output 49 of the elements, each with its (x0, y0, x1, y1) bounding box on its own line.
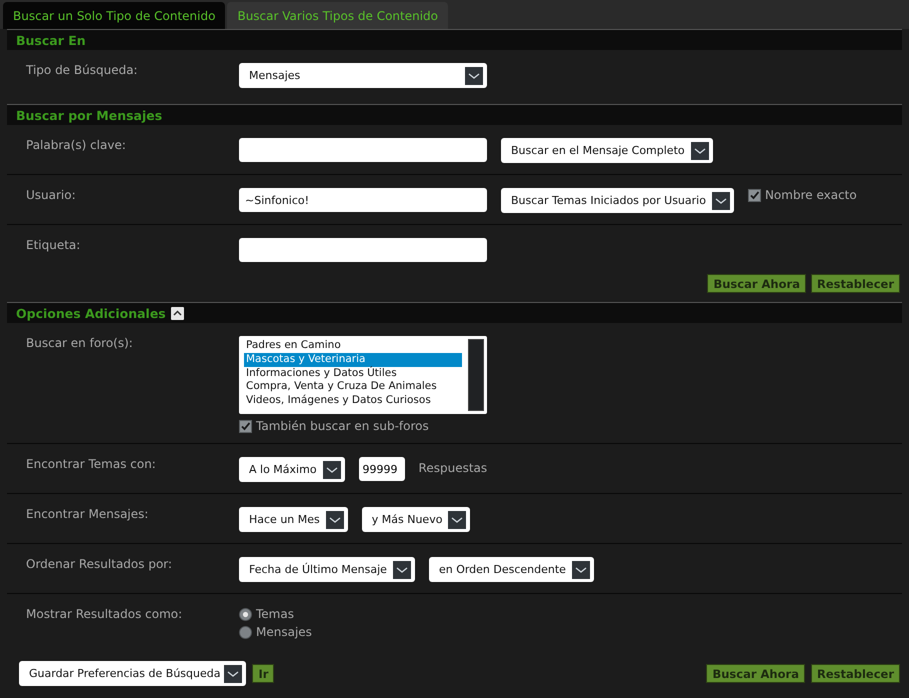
go-button[interactable]: Ir (252, 664, 274, 683)
forum-listbox[interactable]: Padres en Camino Mascotas y Veterinaria Informaciones y Datos Útiles Compra, Venta y Cruza De Animales Videos, Imágenes y Datos Curiosos (239, 336, 487, 414)
form-button[interactable]: Restablecer (810, 664, 900, 683)
dropdown[interactable]: en Orden Descendente (428, 557, 594, 582)
text-field[interactable]: ~Sinfonico! (239, 188, 487, 212)
field-label: Usuario: (26, 188, 77, 204)
list-item[interactable]: Padres en Camino (244, 339, 462, 353)
number-field[interactable]: 99999 (358, 457, 405, 481)
field-label: Tipo de Búsqueda: (26, 63, 139, 79)
text-field[interactable] (239, 138, 487, 162)
dropdown[interactable]: A lo Máximo (239, 457, 345, 482)
field-label: Buscar en foro(s): (26, 336, 134, 352)
field-unit: Respuestas (418, 460, 488, 475)
scrollbar[interactable] (468, 339, 484, 411)
dropdown[interactable]: Fecha de Último Mensaje (239, 557, 415, 582)
field-label: Ordenar Resultados por: (26, 557, 174, 573)
checkbox[interactable] (239, 420, 252, 432)
radio-button[interactable] (239, 608, 252, 620)
checkbox[interactable] (748, 188, 761, 202)
dropdown[interactable]: y Más Nuevo (362, 507, 470, 532)
checkbox-label: También buscar en sub-foros (256, 419, 429, 433)
radio-label: Temas (256, 607, 294, 621)
dropdown[interactable]: Hace un Mes (239, 507, 348, 532)
form-button[interactable]: Restablecer (810, 274, 900, 293)
tab[interactable]: Buscar Varios Tipos de Contenido (227, 2, 448, 29)
radio-label: Mensajes (256, 625, 312, 639)
list-item[interactable]: Compra, Venta y Cruza De Animales (244, 380, 462, 394)
list-item[interactable]: Videos, Imágenes y Datos Curiosos (244, 394, 462, 408)
field-label: Encontrar Mensajes: (26, 507, 150, 523)
text-field[interactable] (239, 238, 487, 262)
field-label: Encontrar Temas con: (26, 457, 157, 473)
dropdown[interactable]: Buscar Temas Iniciados por Usuario (501, 188, 734, 213)
radio-button[interactable] (239, 626, 252, 638)
list-item[interactable]: Mascotas y Veterinaria (244, 352, 462, 367)
list-item[interactable]: Informaciones y Datos Útiles (244, 366, 462, 380)
field-label: Mostrar Resultados como: (26, 607, 184, 623)
field-label: Palabra(s) clave: (26, 138, 127, 154)
form-button[interactable]: Buscar Ahora (706, 664, 805, 683)
dropdown[interactable]: Buscar en el Mensaje Completo (501, 138, 713, 163)
form-button[interactable]: Buscar Ahora (707, 274, 806, 293)
section-title: Opciones Adicionales (16, 306, 166, 320)
dropdown[interactable]: Mensajes (239, 63, 487, 88)
section-title: Buscar En (16, 32, 86, 48)
field-label: Etiqueta: (26, 238, 82, 254)
section-title: Buscar por Mensajes (16, 108, 162, 122)
tab[interactable]: Buscar un Solo Tipo de Contenido (3, 2, 226, 29)
collapse-icon[interactable] (170, 306, 184, 320)
dropdown[interactable]: Guardar Preferencias de Búsqueda (19, 661, 246, 686)
checkbox-label: Nombre exacto (764, 188, 857, 202)
